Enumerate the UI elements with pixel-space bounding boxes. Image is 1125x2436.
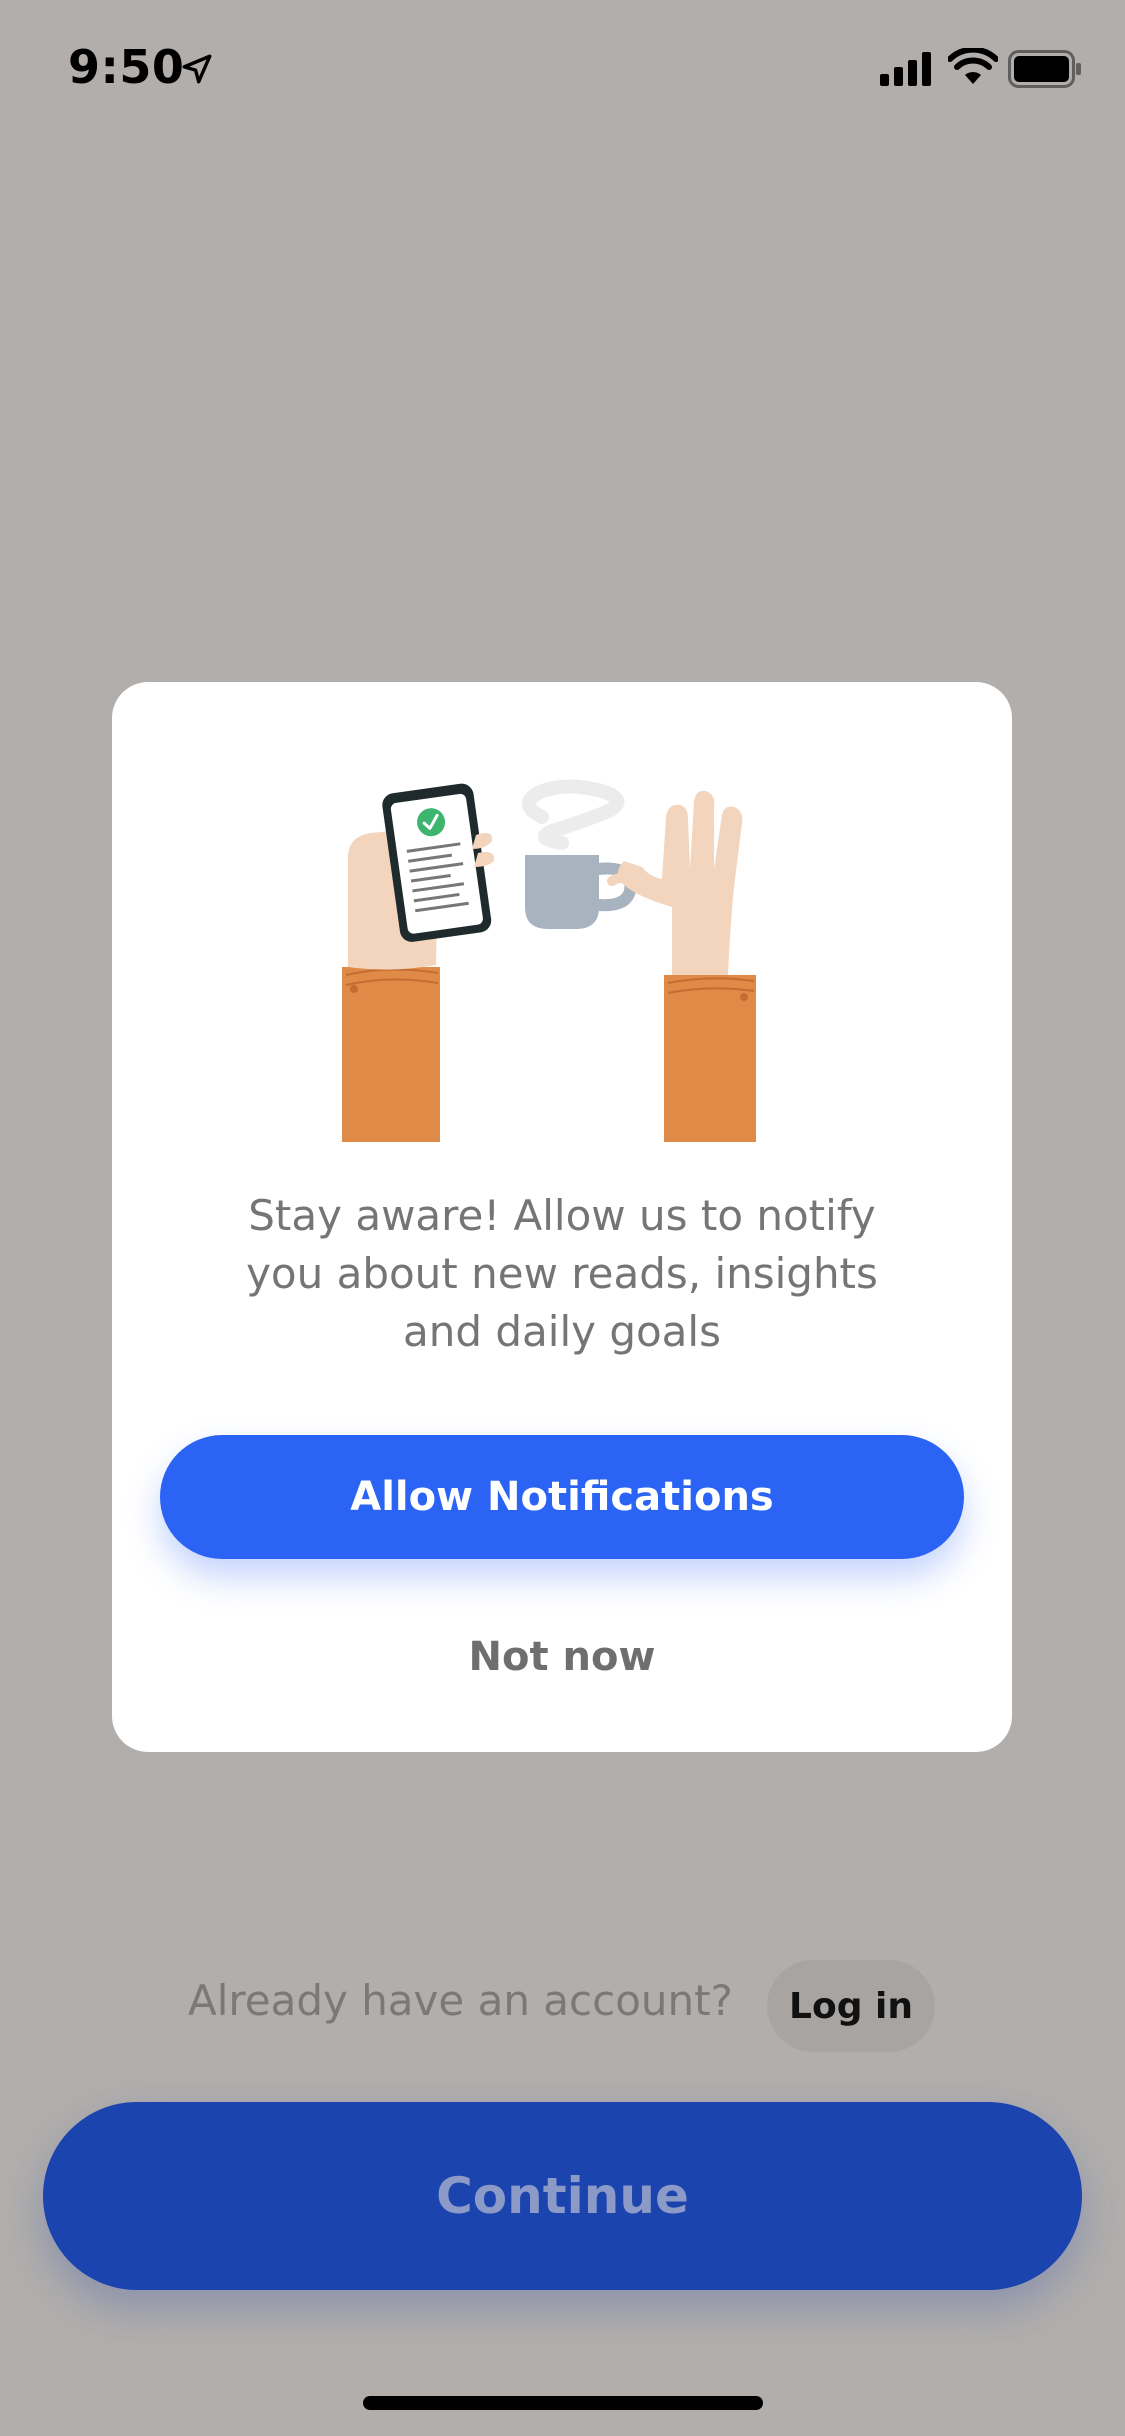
cellular-signal-icon: [880, 52, 931, 86]
home-indicator: [363, 2396, 763, 2410]
status-bar: 9:50: [0, 0, 1125, 140]
battery-icon: [1008, 50, 1081, 88]
allow-notifications-button[interactable]: Allow Notifications: [160, 1435, 964, 1559]
account-row: Already have an account? Log in: [0, 1960, 1125, 2052]
continue-button[interactable]: Continue: [43, 2102, 1082, 2290]
modal-message: Stay aware! Allow us to notify you about…: [246, 1191, 878, 1356]
hands-phone-coffee-illustration: [342, 779, 756, 1142]
login-button[interactable]: Log in: [767, 1960, 935, 2052]
not-now-button[interactable]: Not now: [412, 1622, 712, 1692]
notification-permission-modal: Stay aware! Allow us to notify you about…: [112, 682, 1012, 1752]
status-time: 9:50: [68, 40, 185, 94]
account-prompt: Already have an account?: [188, 1976, 733, 2025]
location-arrow-icon: [182, 54, 212, 84]
wifi-icon: [948, 48, 998, 84]
